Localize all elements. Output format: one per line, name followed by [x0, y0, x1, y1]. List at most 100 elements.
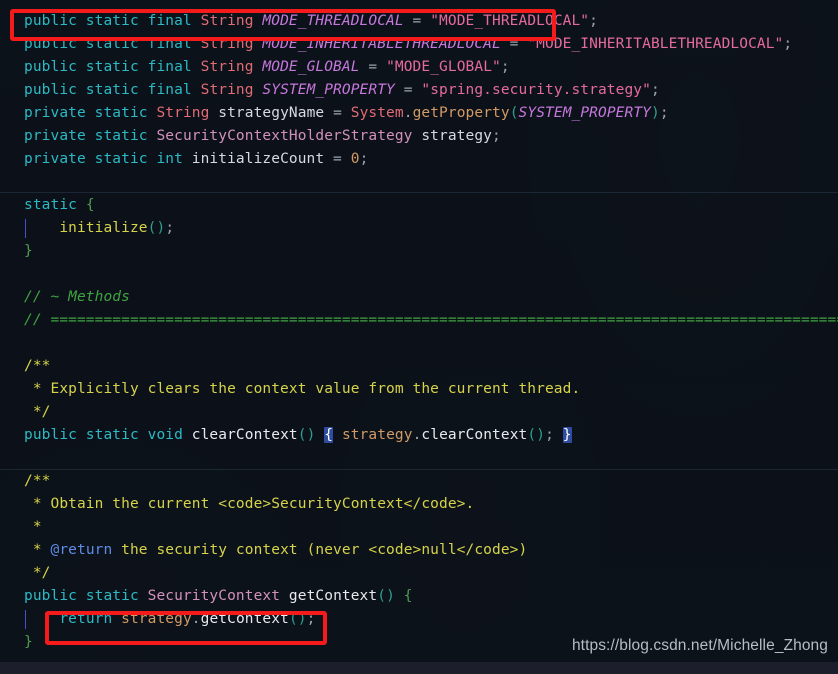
code-token-const: MODE_THREADLOCAL — [262, 13, 404, 29]
code-token-var: strategy — [121, 611, 192, 627]
code-token-kw: return — [59, 611, 122, 627]
code-token-punc: = — [324, 151, 351, 167]
code-line[interactable]: // =====================================… — [0, 309, 838, 332]
code-token-type2: SecurityContextHolderStrategy — [156, 128, 413, 144]
code-token-var: strategy — [341, 427, 413, 443]
code-token-kw: public static final — [24, 13, 201, 29]
code-token-type: String — [200, 82, 263, 98]
code-line[interactable]: return strategy.getContext(); — [0, 608, 838, 631]
code-line[interactable]: /** — [0, 470, 838, 493]
code-editor-surface[interactable]: public static final String MODE_THREADLO… — [0, 0, 838, 674]
code-token-type: String — [200, 36, 263, 52]
code-token-kw: private static — [24, 128, 157, 144]
code-token-punc: = — [324, 105, 351, 121]
code-line[interactable] — [0, 332, 838, 355]
code-token-doc: * Explicitly clears the context value fr… — [24, 381, 581, 397]
code-line[interactable]: public static final String SYSTEM_PROPER… — [0, 79, 838, 102]
code-token-punc: = — [403, 13, 431, 29]
code-token-fn: getContext — [288, 588, 378, 604]
code-token-bracehl: { — [324, 427, 334, 443]
code-token-punc: . — [191, 611, 201, 627]
code-token-brace: { — [85, 197, 95, 213]
code-token-punc: = — [500, 36, 528, 52]
code-token-punc: ; — [359, 151, 369, 167]
code-token-type: String — [200, 59, 263, 75]
code-token-cmt: // ~ Methods — [24, 289, 130, 305]
code-token-type: String — [156, 105, 219, 121]
code-token-punc: = — [359, 59, 387, 75]
bottom-status-bar — [0, 662, 838, 674]
code-token-kw: private static — [24, 105, 157, 121]
code-line[interactable]: public static SecurityContext getContext… — [0, 585, 838, 608]
code-line[interactable]: * Obtain the current <code>SecurityConte… — [0, 493, 838, 516]
code-token-punc: = — [394, 82, 422, 98]
code-line[interactable]: } — [0, 240, 838, 263]
code-line[interactable]: initialize(); — [0, 217, 838, 240]
code-line[interactable] — [0, 171, 838, 194]
code-token-fn: clearContext — [421, 427, 528, 443]
code-token-str: "spring.security.strategy" — [421, 82, 651, 98]
code-token-paren: () — [527, 427, 546, 443]
code-token-paren: () — [147, 220, 166, 236]
code-token-num: 0 — [350, 151, 360, 167]
code-token-fn: clearContext — [191, 427, 298, 443]
code-line[interactable]: private static int initializeCount = 0; — [0, 148, 838, 171]
code-token-doc: */ — [24, 404, 51, 420]
code-token-doc: * — [24, 519, 42, 535]
code-token-kw: public static final — [24, 36, 201, 52]
code-token-kw: public static final — [24, 59, 201, 75]
code-token-plain: strategyName — [218, 105, 325, 121]
code-token-punc: ; — [306, 611, 316, 627]
code-token-const: MODE_INHERITABLETHREADLOCAL — [262, 36, 501, 52]
code-line[interactable]: public static final String MODE_GLOBAL =… — [0, 56, 838, 79]
code-token-var: getProperty — [412, 105, 510, 121]
code-line[interactable] — [0, 447, 838, 470]
code-token-doc: the security context (never <code>null</… — [112, 542, 528, 558]
code-token-str: "MODE_GLOBAL" — [386, 59, 501, 75]
code-line[interactable]: public static final String MODE_THREADLO… — [0, 10, 838, 33]
code-line[interactable]: * @return the security context (never <c… — [0, 539, 838, 562]
code-line[interactable]: public static void clearContext() { stra… — [0, 424, 838, 447]
code-token-kw: static — [24, 197, 86, 213]
code-token-doctag: @return — [50, 542, 113, 558]
code-line[interactable]: public static final String MODE_INHERITA… — [0, 33, 838, 56]
code-line[interactable]: private static String strategyName = Sys… — [0, 102, 838, 125]
code-line[interactable]: /** — [0, 355, 838, 378]
code-token-cmt: // =====================================… — [24, 312, 838, 328]
code-token-fn: getContext — [200, 611, 289, 627]
code-token-type: System — [350, 105, 404, 121]
code-token-doc: initialize — [59, 220, 148, 236]
code-line[interactable]: private static SecurityContextHolderStra… — [0, 125, 838, 148]
code-line[interactable]: */ — [0, 401, 838, 424]
code-line[interactable]: static { — [0, 194, 838, 217]
code-line[interactable] — [0, 263, 838, 286]
code-token-str: "MODE_THREADLOCAL" — [430, 13, 590, 29]
code-token-type2: SecurityContext — [147, 588, 281, 604]
code-token-punc: ; — [659, 105, 669, 121]
watermark-url: https://blog.csdn.net/Michelle_Zhong — [571, 637, 828, 654]
code-token-kw: public static — [24, 588, 148, 604]
code-line[interactable]: * — [0, 516, 838, 539]
code-token-type: String — [200, 13, 263, 29]
code-token-const: MODE_GLOBAL — [262, 59, 360, 75]
fold-separator — [0, 469, 838, 470]
code-token-kw: public static void — [24, 427, 192, 443]
code-line[interactable]: * Explicitly clears the context value fr… — [0, 378, 838, 401]
code-token-punc: ; — [650, 82, 660, 98]
indent-guide — [25, 610, 26, 629]
code-token-bracehl: } — [562, 427, 572, 443]
code-token-brace: } — [24, 243, 33, 259]
code-token-punc: ; — [500, 59, 510, 75]
code-token-punc: ; — [589, 13, 598, 29]
indent-guide — [25, 219, 26, 238]
code-token-kw: public static final — [24, 82, 201, 98]
code-line[interactable]: // ~ Methods — [0, 286, 838, 309]
code-token-const: SYSTEM_PROPERTY — [518, 105, 651, 121]
code-line[interactable]: */ — [0, 562, 838, 585]
